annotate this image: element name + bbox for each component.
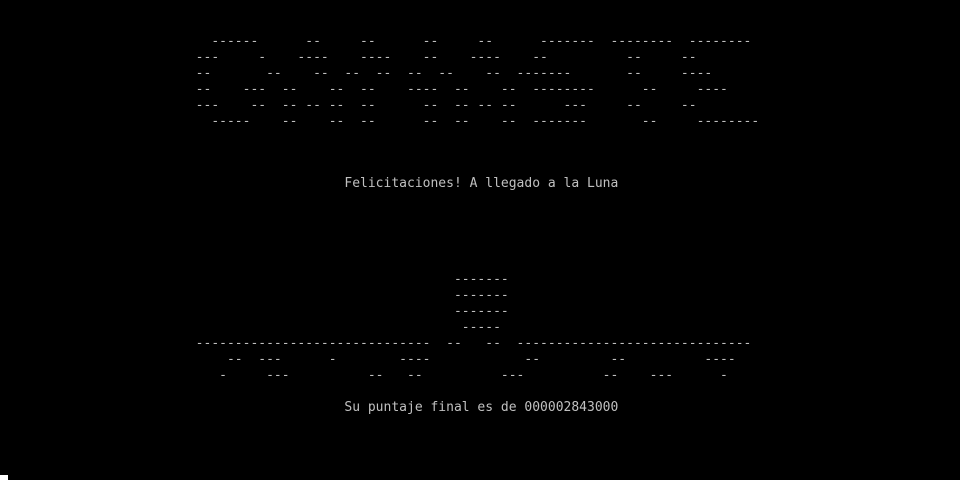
- ascii-lunar-landing-scene: ------- ------- ------- ----- ----------…: [195, 272, 752, 383]
- console-window: ------ -- -- -- -- ------- -------- ----…: [0, 0, 960, 480]
- text-cursor: [0, 475, 8, 480]
- congratulations-message: Felicitaciones! A llegado a la Luna: [0, 176, 619, 191]
- final-score-text: Su puntaje final es de 000002843000: [0, 400, 619, 415]
- ascii-title-banner: ------ -- -- -- -- ------- -------- ----…: [195, 34, 760, 129]
